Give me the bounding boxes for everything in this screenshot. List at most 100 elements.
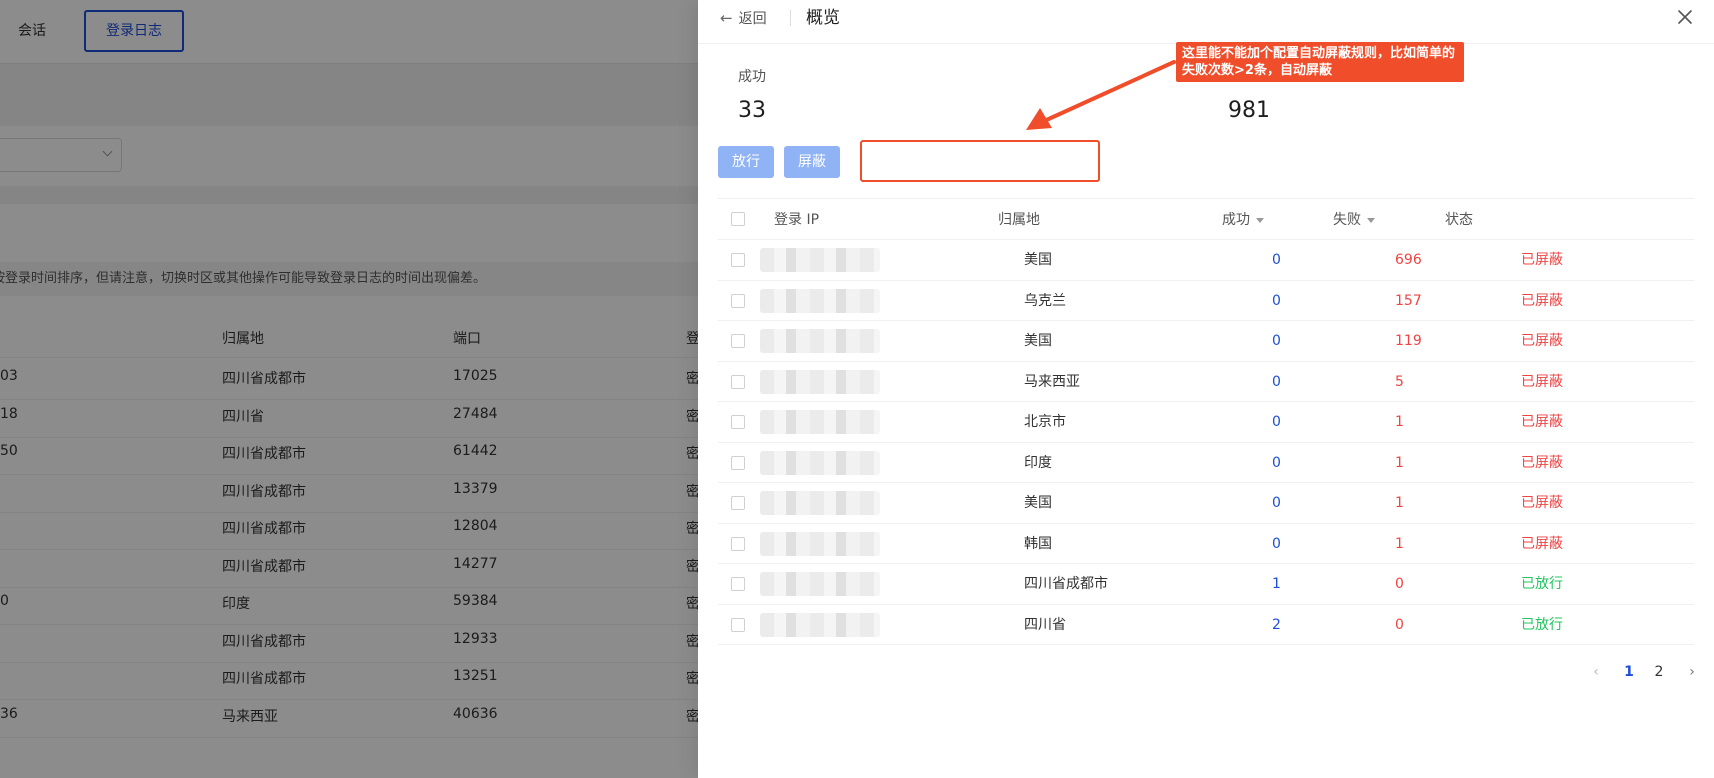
table-row[interactable]: 美国 0 696 已屏蔽 bbox=[718, 240, 1694, 281]
cell-status: 已屏蔽 bbox=[1521, 252, 1563, 268]
cell-status: 已屏蔽 bbox=[1521, 373, 1563, 390]
cell-location: 韩国 bbox=[1024, 535, 1052, 552]
cell-success-count: 1 bbox=[1272, 576, 1281, 592]
row-checkbox[interactable] bbox=[731, 455, 745, 470]
row-checkbox[interactable] bbox=[731, 415, 745, 429]
table-row[interactable]: 马来西亚 0 5 已屏蔽 bbox=[718, 362, 1694, 402]
cell-success-count: 0 bbox=[1272, 252, 1281, 268]
cell-location: 北京市 bbox=[1024, 414, 1066, 430]
page-button-2[interactable]: 2 bbox=[1647, 660, 1671, 684]
select-all-checkbox[interactable] bbox=[731, 212, 745, 226]
ip-redacted bbox=[760, 329, 880, 353]
next-page-button[interactable]: › bbox=[1680, 660, 1704, 684]
cell-fail-count: 1 bbox=[1395, 454, 1404, 471]
cell-location: 印度 bbox=[1024, 454, 1052, 471]
annotation-arrow bbox=[1026, 60, 1176, 130]
cell-location: 美国 bbox=[1024, 495, 1052, 511]
cell-fail-count: 1 bbox=[1395, 414, 1404, 430]
row-checkbox[interactable] bbox=[731, 577, 745, 591]
back-button[interactable]: ← 返回 bbox=[720, 7, 767, 29]
annotation-highlight-box bbox=[860, 140, 1100, 182]
table-row[interactable]: 北京市 0 1 已屏蔽 bbox=[718, 402, 1694, 443]
cell-fail-count: 1 bbox=[1395, 535, 1404, 552]
table-body: 美国 0 696 已屏蔽 乌克兰 0 157 已屏蔽 美国 0 119 已屏蔽 马来西亚 0 5 已屏蔽 北京市… bbox=[718, 240, 1694, 645]
cell-status: 已放行 bbox=[1521, 576, 1563, 592]
table-row[interactable]: 美国 0 1 已屏蔽 bbox=[718, 483, 1694, 524]
cell-location: 美国 bbox=[1024, 333, 1052, 349]
close-icon[interactable] bbox=[1674, 6, 1696, 28]
cell-location: 美国 bbox=[1024, 252, 1052, 268]
ip-redacted bbox=[760, 248, 880, 272]
success-stat-value: 33 bbox=[738, 98, 766, 123]
cell-status: 已屏蔽 bbox=[1521, 495, 1563, 511]
table-row[interactable]: 四川省 2 0 已放行 bbox=[718, 605, 1694, 645]
success-stat-label: 成功 bbox=[738, 69, 766, 85]
drawer-header: ← 返回 概览 bbox=[698, 0, 1714, 44]
cell-fail-count: 157 bbox=[1395, 292, 1422, 309]
col-status: 状态 bbox=[1445, 212, 1473, 228]
cell-success-count: 0 bbox=[1272, 495, 1281, 511]
row-checkbox[interactable] bbox=[731, 536, 745, 551]
fail-stat-value: 981 bbox=[1228, 98, 1270, 123]
col-success-label: 成功 bbox=[1222, 212, 1250, 228]
cell-success-count: 0 bbox=[1272, 333, 1281, 349]
cell-status: 已屏蔽 bbox=[1521, 414, 1563, 430]
cell-fail-count: 119 bbox=[1395, 333, 1422, 349]
ip-redacted bbox=[760, 531, 880, 556]
row-checkbox[interactable] bbox=[731, 617, 745, 632]
row-checkbox[interactable] bbox=[731, 253, 745, 267]
cell-status: 已屏蔽 bbox=[1521, 333, 1563, 349]
cell-location: 四川省 bbox=[1024, 616, 1066, 633]
table-row[interactable]: 美国 0 119 已屏蔽 bbox=[718, 321, 1694, 362]
arrow-left-icon: ← bbox=[720, 9, 733, 27]
allow-button[interactable]: 放行 bbox=[718, 146, 774, 178]
cell-fail-count: 0 bbox=[1395, 576, 1404, 592]
sort-down-icon bbox=[1367, 217, 1375, 223]
cell-success-count: 0 bbox=[1272, 535, 1281, 552]
header-divider bbox=[790, 10, 791, 26]
cell-location: 四川省成都市 bbox=[1024, 576, 1108, 592]
annotation-callout: 这里能不能加个配置自动屏蔽规则，比如简单的失败次数>2条，自动屏蔽 bbox=[1176, 42, 1464, 82]
prev-page-button[interactable]: ‹ bbox=[1584, 660, 1608, 684]
ip-redacted bbox=[760, 612, 880, 637]
cell-status: 已屏蔽 bbox=[1521, 454, 1563, 471]
col-fail[interactable]: 失败 bbox=[1333, 199, 1375, 241]
cell-fail-count: 1 bbox=[1395, 495, 1404, 511]
ip-redacted bbox=[760, 491, 880, 515]
cell-success-count: 0 bbox=[1272, 373, 1281, 390]
col-ip: 登录 IP bbox=[774, 212, 820, 228]
back-label: 返回 bbox=[738, 11, 767, 27]
cell-fail-count: 0 bbox=[1395, 616, 1404, 633]
cell-fail-count: 696 bbox=[1395, 252, 1422, 268]
ip-redacted bbox=[760, 410, 880, 434]
cell-location: 乌克兰 bbox=[1024, 292, 1066, 309]
table-row[interactable]: 韩国 0 1 已屏蔽 bbox=[718, 524, 1694, 564]
ip-redacted bbox=[760, 288, 880, 313]
col-success[interactable]: 成功 bbox=[1222, 199, 1264, 241]
row-checkbox[interactable] bbox=[731, 496, 745, 510]
table-row[interactable]: 乌克兰 0 157 已屏蔽 bbox=[718, 281, 1694, 321]
table-header: 登录 IP 归属地 成功 失败 状态 bbox=[718, 198, 1694, 240]
overview-drawer: ← 返回 概览 成功 33 981 放行 屏蔽 这里能不能加个配置自动屏蔽规则，比… bbox=[698, 0, 1714, 778]
ip-table: 登录 IP 归属地 成功 失败 状态 美国 0 696 已屏蔽 乌克兰 0 157 已屏蔽 美国… bbox=[718, 198, 1694, 645]
col-location: 归属地 bbox=[998, 212, 1040, 228]
page-button-1[interactable]: 1 bbox=[1617, 660, 1641, 684]
cell-success-count: 0 bbox=[1272, 454, 1281, 471]
cell-success-count: 2 bbox=[1272, 616, 1281, 633]
cell-location: 马来西亚 bbox=[1024, 373, 1080, 390]
sort-down-icon bbox=[1256, 217, 1264, 223]
cell-success-count: 0 bbox=[1272, 292, 1281, 309]
ip-redacted bbox=[760, 369, 880, 394]
cell-success-count: 0 bbox=[1272, 414, 1281, 430]
block-button[interactable]: 屏蔽 bbox=[784, 146, 840, 178]
ip-redacted bbox=[760, 450, 880, 475]
drawer-title: 概览 bbox=[806, 8, 840, 28]
row-checkbox[interactable] bbox=[731, 293, 745, 308]
modal-overlay[interactable] bbox=[0, 0, 698, 778]
cell-fail-count: 5 bbox=[1395, 373, 1404, 390]
row-checkbox[interactable] bbox=[731, 334, 745, 348]
table-row[interactable]: 印度 0 1 已屏蔽 bbox=[718, 443, 1694, 483]
table-row[interactable]: 四川省成都市 1 0 已放行 bbox=[718, 564, 1694, 605]
row-checkbox[interactable] bbox=[731, 374, 745, 389]
col-fail-label: 失败 bbox=[1333, 212, 1361, 228]
